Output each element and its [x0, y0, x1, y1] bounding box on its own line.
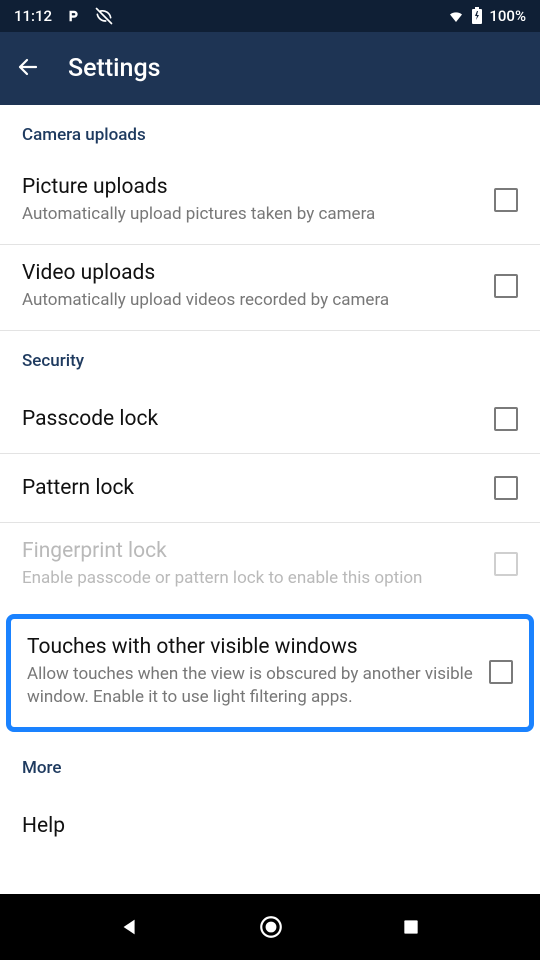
row-fingerprint-lock: Fingerprint lock Enable passcode or patt…: [0, 523, 540, 608]
row-title: Help: [22, 814, 502, 838]
dnd-off-icon: [94, 6, 114, 26]
wifi-icon: [447, 7, 465, 25]
row-passcode-lock[interactable]: Passcode lock: [0, 385, 540, 454]
nav-home-button[interactable]: [258, 914, 284, 940]
row-subtitle: Automatically upload videos recorded by …: [22, 289, 478, 312]
row-title: Fingerprint lock: [22, 539, 478, 563]
checkbox-fingerprint-lock: [494, 552, 518, 576]
status-time: 11:12: [14, 7, 52, 25]
parking-icon: [66, 9, 80, 23]
checkbox-pattern-lock[interactable]: [494, 476, 518, 500]
status-bar: 11:12 100%: [0, 0, 540, 32]
row-title: Pattern lock: [22, 476, 478, 500]
row-video-uploads[interactable]: Video uploads Automatically upload video…: [0, 245, 540, 331]
section-header-more: More: [0, 738, 540, 792]
nav-back-button[interactable]: [119, 916, 141, 938]
back-button[interactable]: [16, 55, 40, 83]
checkbox-touches-visible-windows[interactable]: [489, 660, 513, 684]
row-title: Touches with other visible windows: [27, 635, 473, 659]
row-subtitle: Enable passcode or pattern lock to enabl…: [22, 567, 478, 590]
row-title: Picture uploads: [22, 175, 478, 199]
navigation-bar: [0, 894, 540, 960]
row-subtitle: Automatically upload pictures taken by c…: [22, 203, 478, 226]
row-touches-visible-windows[interactable]: Touches with other visible windows Allow…: [11, 619, 529, 727]
checkbox-video-uploads[interactable]: [494, 274, 518, 298]
app-bar: Settings: [0, 32, 540, 105]
settings-content: Camera uploads Picture uploads Automatic…: [0, 105, 540, 860]
row-picture-uploads[interactable]: Picture uploads Automatically upload pic…: [0, 159, 540, 245]
battery-charging-icon: [471, 7, 483, 25]
section-header-camera-uploads: Camera uploads: [0, 105, 540, 159]
checkbox-passcode-lock[interactable]: [494, 407, 518, 431]
checkbox-picture-uploads[interactable]: [494, 188, 518, 212]
row-title: Video uploads: [22, 261, 478, 285]
nav-recent-button[interactable]: [401, 917, 421, 937]
row-title: Passcode lock: [22, 407, 478, 431]
row-pattern-lock[interactable]: Pattern lock: [0, 454, 540, 523]
highlighted-row: Touches with other visible windows Allow…: [6, 614, 534, 732]
battery-text: 100%: [489, 7, 526, 25]
section-header-security: Security: [0, 331, 540, 385]
row-subtitle: Allow touches when the view is obscured …: [27, 663, 473, 709]
row-help[interactable]: Help: [0, 792, 540, 860]
status-right: 100%: [447, 7, 526, 25]
status-left: 11:12: [14, 6, 114, 26]
page-title: Settings: [68, 54, 161, 83]
